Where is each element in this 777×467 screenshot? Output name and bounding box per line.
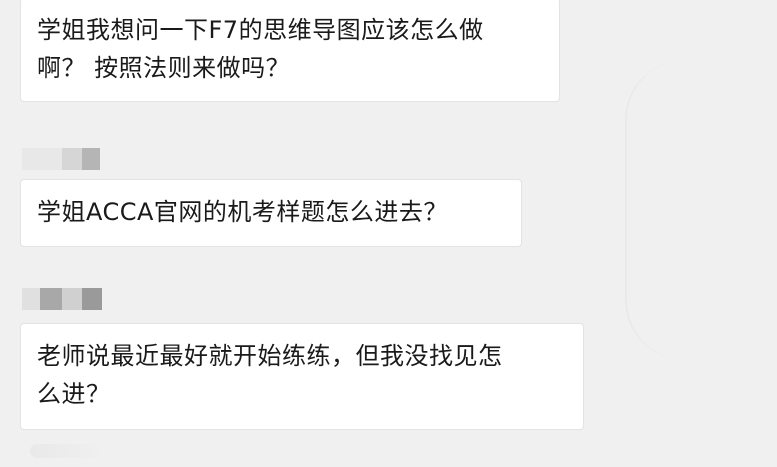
chat-message-bubble[interactable]: 学姐ACCA官网的机考样题怎么进去？ [20, 179, 522, 247]
blurred-sender-name [22, 288, 102, 310]
background-stroke [625, 60, 747, 360]
chat-message-bubble[interactable]: 学姐我想问一下F7的思维导图应该怎么做 啊？ 按照法则来做吗？ [20, 0, 560, 102]
message-text-line: 么进？ [37, 380, 111, 408]
message-text-line: 学姐我想问一下F7的思维导图应该怎么做 [37, 16, 484, 44]
blurred-sender-name [30, 444, 100, 458]
message-text-line: 学姐ACCA官网的机考样题怎么进去？ [37, 198, 448, 226]
chat-message-bubble[interactable]: 老师说最近最好就开始练练，但我没找见怎 么进？ [20, 323, 584, 430]
message-text-line: 啊？ 按照法则来做吗？ [37, 54, 291, 82]
message-text-line: 老师说最近最好就开始练练，但我没找见怎 [37, 342, 503, 370]
blurred-sender-name [22, 148, 102, 170]
chat-area: 学姐我想问一下F7的思维导图应该怎么做 啊？ 按照法则来做吗？ 学姐ACCA官网… [0, 0, 777, 467]
